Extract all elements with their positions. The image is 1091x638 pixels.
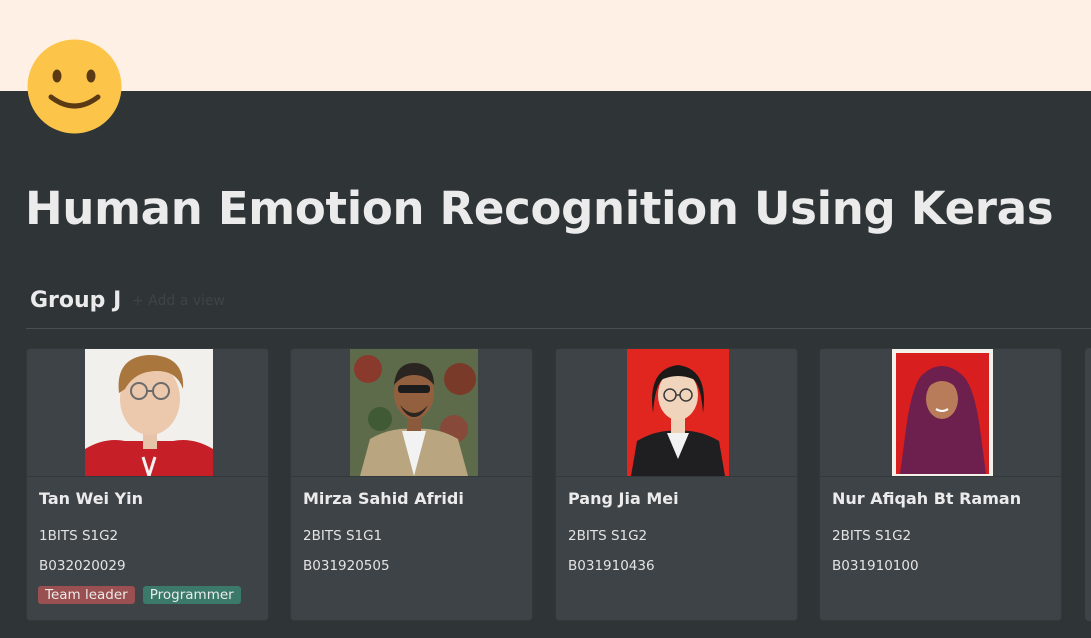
card-cover [291, 349, 532, 477]
member-id: B032020029 [39, 558, 126, 574]
member-name: Nur Afiqah Bt Raman [832, 489, 1022, 508]
member-id: B031910436 [568, 558, 655, 574]
database-title[interactable]: Group J [30, 288, 121, 313]
member-class: 2BITS S1G2 [832, 528, 912, 544]
gallery-card[interactable]: Mirza Sahid Afridi 2BITS S1G1 B031920505 [290, 348, 533, 621]
member-id: B031910100 [832, 558, 919, 574]
gallery-card-partial[interactable] [1085, 348, 1091, 621]
smiley-face-icon[interactable] [27, 39, 122, 134]
member-class: 1BITS S1G2 [39, 528, 119, 544]
member-name: Mirza Sahid Afridi [303, 489, 464, 508]
page-title[interactable]: Human Emotion Recognition Using Keras [25, 182, 1054, 235]
member-class: 2BITS S1G2 [568, 528, 648, 544]
tag-team-leader: Team leader [38, 586, 135, 604]
member-photo [85, 349, 213, 476]
page-cover[interactable] [0, 0, 1091, 91]
card-cover [27, 349, 268, 477]
member-name: Tan Wei Yin [39, 489, 144, 508]
role-tags: Team leader Programmer [38, 586, 241, 604]
add-view-button[interactable]: + Add a view [132, 293, 225, 309]
card-cover [556, 349, 797, 477]
member-photo [892, 349, 993, 476]
gallery-card[interactable]: Pang Jia Mei 2BITS S1G2 B031910436 [555, 348, 798, 621]
member-photo [350, 349, 478, 476]
gallery-card[interactable]: Nur Afiqah Bt Raman 2BITS S1G2 B03191010… [819, 348, 1062, 621]
member-photo [627, 349, 729, 476]
database-header: Group J + Add a view [26, 286, 1091, 329]
gallery-card[interactable]: Tan Wei Yin 1BITS S1G2 B032020029 Team l… [26, 348, 269, 621]
member-id: B031920505 [303, 558, 390, 574]
tag-programmer: Programmer [142, 586, 241, 604]
member-class: 2BITS S1G1 [303, 528, 383, 544]
member-name: Pang Jia Mei [568, 489, 679, 508]
card-cover [820, 349, 1061, 477]
